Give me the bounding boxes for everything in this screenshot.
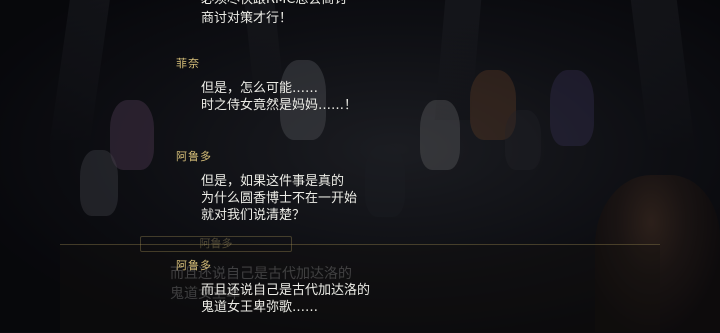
backlog-line: 时之侍女竟然是妈妈……！ (201, 98, 358, 113)
backlog-line: 商讨对策才行！ (201, 11, 293, 26)
backlog-line: 必须尽快跟RMC总会商讨 (201, 0, 347, 9)
backlog-line: 鬼道女王卑弥歌…… (201, 300, 319, 315)
backlog-speaker-name: 菲奈 (176, 57, 200, 70)
backlog-line: 而且还说自己是古代加达洛的 (201, 283, 371, 298)
backlog-log[interactable]: 必须尽快跟RMC总会商讨 商讨对策才行！ 菲奈 但是，怎么可能…… 时之侍女竟然… (0, 0, 720, 332)
backlog-line: 就对我们说清楚？ (201, 208, 306, 223)
backlog-line: 为什么圆香博士不在一开始 (201, 191, 358, 206)
backlog-line: 但是，怎么可能…… (201, 81, 319, 96)
backlog-line: 但是，如果这件事是真的 (201, 174, 345, 189)
backlog-speaker-name: 阿鲁多 (176, 259, 212, 272)
backlog-speaker-name: 阿鲁多 (176, 150, 212, 163)
